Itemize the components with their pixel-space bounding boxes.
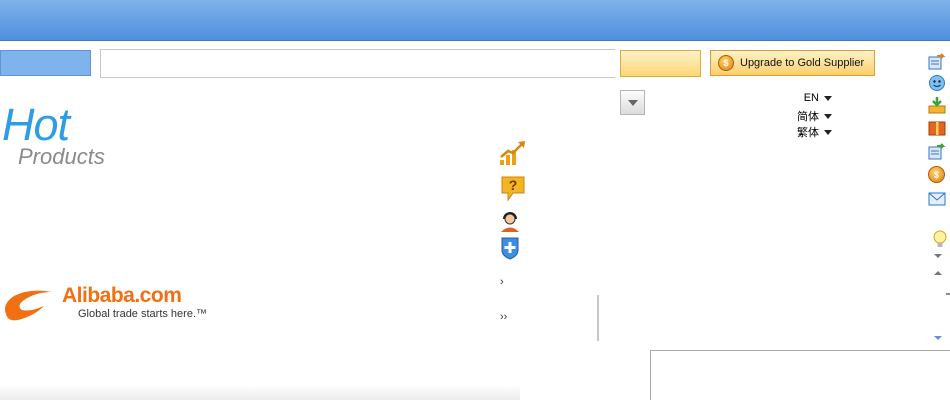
language-en[interactable]: EN (760, 92, 832, 104)
search-input[interactable] (100, 49, 615, 78)
divider (597, 295, 599, 341)
upgrade-gold-supplier-button[interactable]: $ Upgrade to Gold Supplier (710, 50, 875, 76)
lightbulb-icon[interactable] (931, 229, 949, 247)
download-inbox-icon[interactable] (928, 96, 946, 114)
support-agent-icon[interactable] (499, 211, 525, 237)
coin-glyph: $ (928, 166, 945, 183)
help-bubble-icon[interactable]: ? (499, 174, 525, 202)
language-traditional[interactable]: 繁体 (760, 124, 832, 140)
alibaba-logo-icon[interactable] (0, 284, 62, 331)
scroll-up-arrow-icon[interactable] (934, 271, 942, 275)
scroll-down-arrow-icon[interactable] (934, 254, 942, 258)
next-link[interactable]: › (500, 276, 504, 288)
mail-icon[interactable] (928, 190, 946, 208)
share-doc-icon[interactable] (928, 142, 946, 160)
gold-coin-icon[interactable]: $ (928, 166, 946, 184)
forward-doc-icon[interactable] (928, 52, 946, 70)
chevron-down-icon (824, 129, 832, 135)
language-label: 简体 (797, 111, 819, 123)
shield-plus-icon[interactable] (500, 236, 526, 262)
alibaba-logo-text[interactable]: Alibaba.com (62, 284, 182, 308)
dropdown-toggle-button[interactable] (620, 90, 645, 115)
trend-up-icon[interactable] (499, 140, 525, 166)
scroll-down-arrow-icon[interactable] (934, 336, 942, 340)
language-label: 繁体 (797, 127, 819, 139)
chevron-down-icon (824, 113, 832, 119)
language-simplified[interactable]: 简体 (760, 108, 832, 124)
svg-text:?: ? (509, 177, 518, 193)
chevron-down-icon (627, 99, 638, 106)
gold-coin-icon: $ (718, 55, 734, 71)
upgrade-label: Upgrade to Gold Supplier (740, 57, 865, 69)
blue-tab[interactable] (0, 50, 91, 76)
last-link[interactable]: ›› (500, 311, 507, 323)
bottom-shadow (0, 385, 520, 400)
alibaba-tagline: Global trade starts here.™ (78, 308, 208, 320)
top-header-bar (0, 0, 950, 41)
gift-icon[interactable] (928, 119, 946, 137)
face-icon[interactable] (928, 74, 946, 92)
language-label: EN (803, 92, 819, 104)
content-gap (522, 342, 650, 400)
chevron-down-icon (824, 95, 832, 101)
search-button[interactable] (620, 50, 701, 77)
hot-products-subtitle: Products (18, 144, 105, 169)
scroll-tick (946, 293, 950, 295)
message-panel[interactable] (650, 350, 950, 400)
